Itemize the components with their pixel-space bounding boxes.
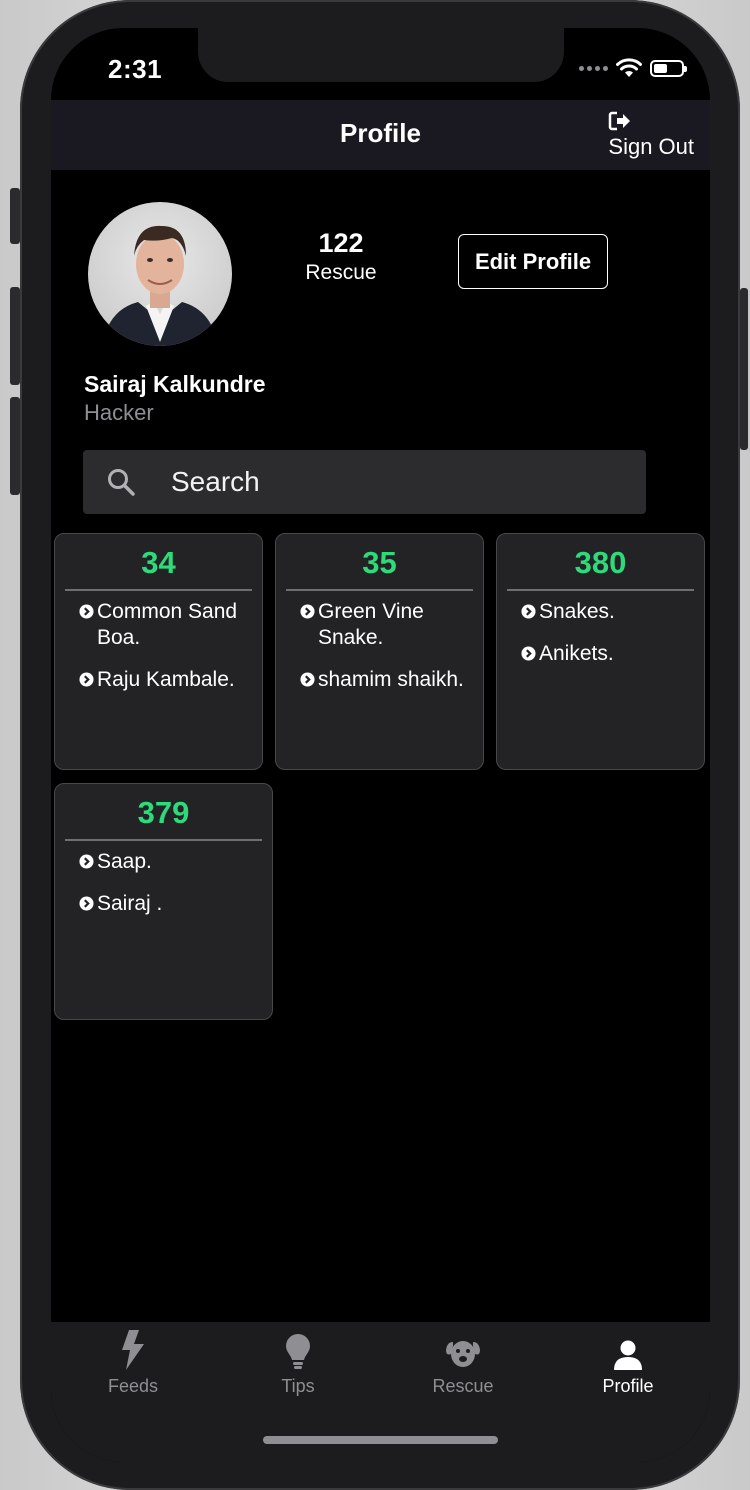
home-indicator[interactable] <box>263 1436 498 1444</box>
card-item: Raju Kambale. <box>79 667 256 693</box>
battery-icon <box>650 59 687 77</box>
card-number: 379 <box>137 795 190 830</box>
card-number: 380 <box>574 545 627 580</box>
rescue-card[interactable]: 35 Green Vine Snake. shamim shaikh. <box>275 533 484 770</box>
card-item: Sairaj . <box>79 891 266 917</box>
avatar <box>88 202 232 346</box>
chevron-circle-icon <box>521 645 536 661</box>
card-item: Anikets. <box>521 641 698 667</box>
card-item-text: Sairaj . <box>97 891 163 915</box>
sign-out-label: Sign Out <box>608 134 694 159</box>
chevron-circle-icon <box>79 895 94 911</box>
search-placeholder: Search <box>171 466 260 497</box>
card-item-text: Saap. <box>97 849 152 873</box>
sign-out-button[interactable]: Sign Out <box>608 110 694 160</box>
card-item-text: Snakes. <box>539 599 615 623</box>
chevron-circle-icon <box>79 853 94 869</box>
chevron-circle-icon <box>300 603 315 619</box>
edit-profile-button[interactable]: Edit Profile <box>458 234 608 289</box>
card-number: 35 <box>362 545 397 580</box>
card-item-text: Raju Kambale. <box>97 667 235 691</box>
card-item-text: Common Sand Boa. <box>97 599 238 649</box>
wifi-icon <box>616 58 642 77</box>
tab-label: Tips <box>281 1376 315 1396</box>
dog-icon <box>446 1341 480 1367</box>
status-icons <box>579 58 687 78</box>
bolt-icon <box>122 1330 144 1370</box>
card-divider <box>65 589 252 591</box>
power-button <box>740 288 748 450</box>
tab-profile[interactable]: Profile <box>563 1330 693 1397</box>
lightbulb-icon <box>286 1334 310 1369</box>
rescue-card[interactable]: 34 Common Sand Boa. Raju Kambale. <box>54 533 263 770</box>
status-time: 2:31 <box>108 54 163 84</box>
chevron-circle-icon <box>79 603 94 619</box>
card-number: 34 <box>141 545 176 580</box>
avatar-image <box>102 225 218 346</box>
volume-up-button <box>10 287 20 385</box>
chevron-circle-icon <box>300 671 315 687</box>
tab-feeds[interactable]: Feeds <box>68 1330 198 1397</box>
tab-label: Feeds <box>107 1376 159 1396</box>
card-divider <box>507 589 694 591</box>
navbar: Profile Sign Out <box>51 100 710 170</box>
signal-icon <box>579 65 608 71</box>
mute-switch <box>10 188 20 244</box>
card-divider <box>286 589 473 591</box>
sign-out-icon <box>609 111 631 131</box>
search-icon <box>108 469 135 496</box>
card-item: Snakes. <box>521 599 698 625</box>
rescue-card[interactable]: 379 Saap. Sairaj . <box>54 783 273 1020</box>
card-item: Saap. <box>79 849 266 875</box>
rescue-card[interactable]: 380 Snakes. Anikets. <box>496 533 705 770</box>
tab-label: Profile <box>602 1376 654 1396</box>
chevron-circle-icon <box>521 603 536 619</box>
tab-rescue[interactable]: Rescue <box>398 1330 528 1397</box>
user-role: Hacker <box>84 400 154 425</box>
screen: 2:31 Profile Sign Out 122 Rescue Edit Pr… <box>51 28 710 1462</box>
notch <box>198 28 564 82</box>
search-input[interactable]: Search <box>83 450 646 514</box>
card-divider <box>65 839 262 841</box>
card-item-text: Anikets. <box>539 641 614 665</box>
card-item: shamim shaikh. <box>300 667 477 693</box>
user-name: Sairaj Kalkundre <box>84 371 266 397</box>
rescue-label: Rescue <box>305 261 377 284</box>
card-item-text: Green Vine Snake. <box>318 599 424 649</box>
rescue-count: 122 <box>318 228 364 258</box>
rescue-stat: 122 Rescue <box>286 228 396 285</box>
card-item: Green Vine Snake. <box>300 599 477 651</box>
card-item-text: shamim shaikh. <box>318 667 464 691</box>
chevron-circle-icon <box>79 671 94 687</box>
tab-tips[interactable]: Tips <box>233 1330 363 1397</box>
card-item: Common Sand Boa. <box>79 599 256 651</box>
volume-down-button <box>10 397 20 495</box>
tab-bar: Feeds Tips Rescue Profile <box>51 1322 710 1462</box>
tab-label: Rescue <box>432 1376 494 1396</box>
user-icon <box>614 1340 642 1370</box>
